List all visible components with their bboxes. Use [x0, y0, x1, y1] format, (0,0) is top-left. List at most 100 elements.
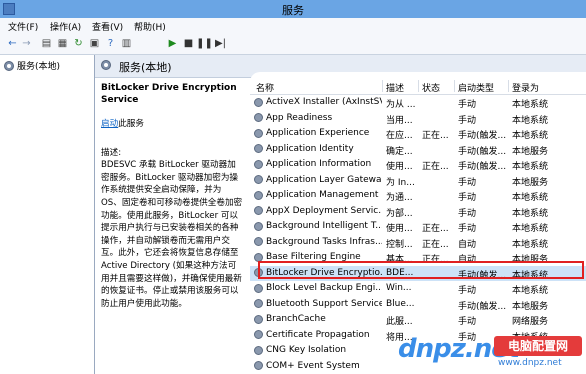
watermark-site-name: 电脑配置网	[494, 336, 582, 356]
service-row[interactable]: App Readiness 当用... 手动 本地系统	[250, 111, 586, 127]
service-name: AppX Deployment Servic...	[266, 205, 382, 216]
column-header-logon-as[interactable]: 登录为	[512, 81, 539, 94]
service-name: Application Management	[266, 190, 379, 200]
service-name: Application Identity	[266, 143, 354, 154]
play-icon[interactable]: ▶	[166, 37, 179, 50]
service-description-cell: 确定...	[386, 146, 413, 157]
stop-icon[interactable]: ■	[182, 37, 195, 50]
service-row[interactable]: ActiveX Installer (AxInstSV) 为从 ... 手动 本地系统	[250, 95, 586, 111]
service-name-cell: Bluetooth Support Service	[254, 299, 382, 309]
service-gear-icon	[254, 237, 263, 246]
service-description-cell: 为通...	[386, 193, 413, 203]
service-startup-type-cell: 手动	[458, 115, 477, 126]
service-row[interactable]: Application Identity 确定... 手动(触发... 本地服务	[250, 142, 586, 158]
tree-item-label: 服务(本地)	[17, 62, 61, 72]
service-name-cell: ActiveX Installer (AxInstSV)	[254, 97, 382, 107]
service-name: CNG Key Isolation	[266, 345, 347, 355]
properties-icon[interactable]: ▦	[56, 37, 69, 50]
column-header-row: 名称 描述 状态 启动类型 登录为	[250, 78, 586, 95]
service-name-cell: Application Layer Gatewa...	[254, 175, 382, 185]
service-description-cell: 此服...	[386, 317, 413, 327]
service-row[interactable]: Block Level Backup Engi... Win... 手动 本地系统	[250, 281, 586, 297]
service-status-cell: 正在...	[422, 162, 449, 172]
service-gear-icon	[254, 345, 263, 355]
service-startup-type-cell: 手动	[458, 193, 477, 203]
service-row[interactable]: BranchCache 此服... 手动 网络服务	[250, 312, 586, 328]
service-row[interactable]: Application Experience 在应... 正在... 手动(触发...…	[250, 126, 586, 142]
service-description-cell: 为 In...	[386, 177, 415, 188]
menu-file[interactable]: 文件(F)	[8, 20, 38, 33]
watermark: dnpz.net 电脑配置网 www.dnpz.net	[390, 330, 586, 374]
service-logon-cell: 本地系统	[512, 115, 549, 126]
service-description-cell: 控制...	[386, 239, 413, 250]
menu-view[interactable]: 查看(V)	[92, 20, 123, 33]
service-name-cell: Background Intelligent T...	[254, 221, 382, 231]
service-row[interactable]: Background Intelligent T... 使用... 正在... 手动 本…	[250, 219, 586, 235]
column-header-startup-type[interactable]: 启动类型	[458, 81, 494, 94]
services-header-title: 服务(本地)	[119, 61, 172, 74]
restart-icon[interactable]: ▶|	[214, 37, 227, 50]
service-name-cell: Application Experience	[254, 128, 382, 138]
service-details-pane: BitLocker Drive Encryption Service 启动此服务…	[95, 78, 250, 374]
service-row[interactable]: Application Layer Gatewa... 为 In... 手动 本地服务	[250, 173, 586, 189]
menu-help[interactable]: 帮助(H)	[134, 20, 166, 33]
service-name-cell: Certificate Propagation	[254, 330, 382, 340]
service-gear-icon	[254, 97, 263, 107]
export-icon[interactable]: ▣	[88, 37, 101, 50]
highlight-box	[258, 261, 584, 279]
service-row[interactable]: AppX Deployment Servic... 为部... 手动 本地系统	[250, 204, 586, 220]
service-logon-cell: 本地系统	[512, 224, 549, 234]
service-description-cell: 为从 ...	[386, 100, 416, 110]
service-gear-icon	[254, 299, 263, 308]
console-tree: 服务(本地)	[0, 55, 95, 374]
service-name: ActiveX Installer (AxInstSV)	[266, 97, 382, 107]
service-name: Block Level Backup Engi...	[266, 283, 382, 293]
service-gear-icon	[254, 159, 263, 169]
service-description-cell: 使用...	[386, 162, 413, 172]
service-row[interactable]: Application Information 使用... 正在... 手动(触发..…	[250, 157, 586, 173]
service-row[interactable]: Bluetooth Support Service Blue... 手动(触发...…	[250, 297, 586, 313]
service-name-cell: Application Information	[254, 159, 382, 169]
view-icon[interactable]: ▥	[120, 37, 133, 50]
service-name: Bluetooth Support Service	[266, 298, 382, 309]
service-name-cell: CNG Key Isolation	[254, 345, 382, 355]
menu-action[interactable]: 操作(A)	[50, 20, 81, 33]
service-startup-type-cell: 自动	[458, 239, 477, 250]
service-row[interactable]: Application Management 为通... 手动 本地系统	[250, 188, 586, 204]
service-logon-cell: 本地服务	[512, 177, 549, 188]
column-header-name[interactable]: 名称	[256, 81, 274, 94]
window-title: 服务	[282, 4, 304, 17]
service-name: Certificate Propagation	[266, 329, 370, 340]
service-logon-cell: 本地服务	[512, 146, 549, 157]
back-icon[interactable]: ←	[6, 37, 19, 50]
service-startup-type-cell: 手动(触发...	[458, 301, 507, 312]
tree-item-services-local[interactable]: 服务(本地)	[4, 59, 60, 72]
console-tree-icon[interactable]: ▤	[40, 37, 53, 50]
start-service-link[interactable]: 启动	[101, 119, 118, 129]
service-gear-icon	[254, 361, 263, 370]
forward-icon[interactable]: →	[20, 37, 33, 50]
service-logon-cell: 网络服务	[512, 317, 549, 327]
service-logon-cell: 本地系统	[512, 193, 549, 203]
menu-bar: 文件(F) 操作(A) 查看(V) 帮助(H)	[0, 18, 586, 35]
service-logon-cell: 本地系统	[512, 208, 549, 219]
service-logon-cell: 本地系统	[512, 131, 549, 141]
service-logon-cell: 本地服务	[512, 301, 549, 312]
services-gear-icon	[4, 60, 14, 71]
service-gear-icon	[254, 175, 263, 184]
service-name-cell: Application Identity	[254, 144, 382, 154]
service-startup-type-cell: 手动(触发...	[458, 131, 507, 141]
column-header-description[interactable]: 描述	[386, 81, 404, 94]
service-name: Application Experience	[266, 128, 370, 138]
service-startup-type-cell: 手动	[458, 286, 477, 296]
service-name-cell: COM+ Event System	[254, 361, 382, 371]
service-row[interactable]: Background Tasks Infras... 控制... 正在... 自动 本地…	[250, 235, 586, 251]
service-status-cell: 正在...	[422, 239, 449, 250]
column-header-status[interactable]: 状态	[422, 81, 440, 94]
title-bar[interactable]: 服务	[0, 0, 586, 18]
pause-icon[interactable]: ❚❚	[196, 37, 213, 50]
refresh-icon[interactable]: ↻	[72, 37, 85, 50]
service-gear-icon	[254, 190, 263, 200]
service-startup-type-cell: 手动	[458, 100, 477, 110]
help-icon[interactable]: ?	[104, 37, 117, 50]
